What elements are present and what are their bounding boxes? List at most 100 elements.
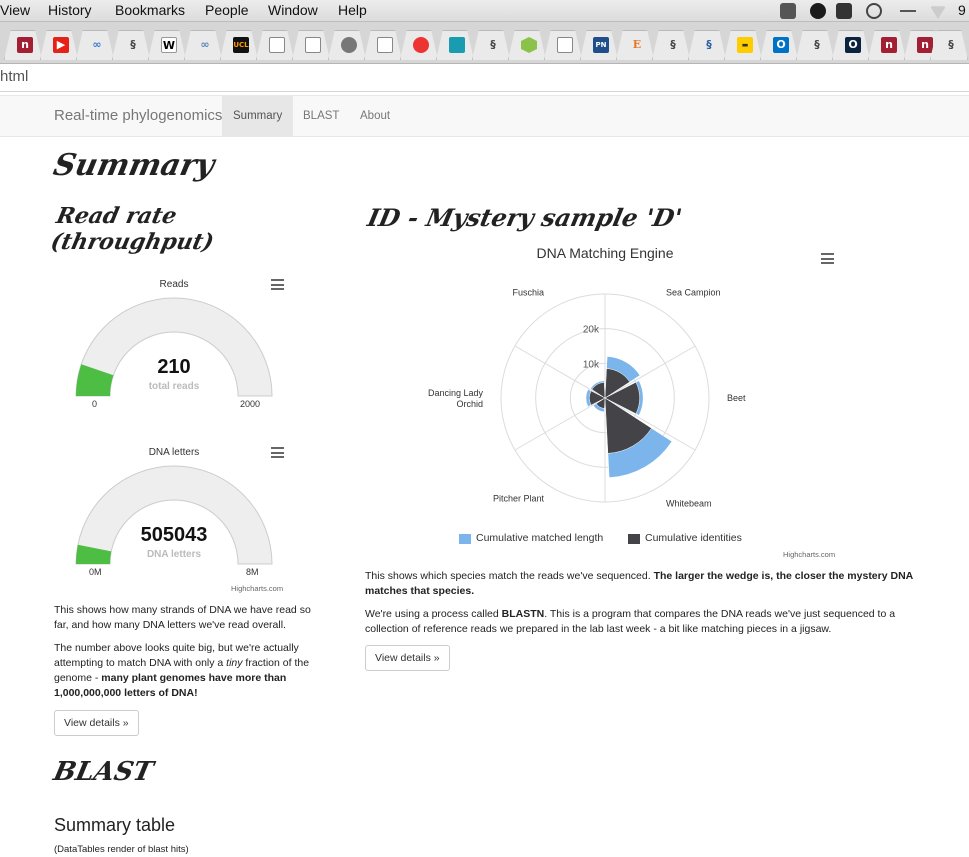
polar-category-label: Beet [727,393,746,403]
tab[interactable]: O [760,30,798,60]
dna-icon: § [670,38,676,51]
clock-text: 9 [958,2,966,18]
legend-label[interactable]: Cumulative matched length [476,532,603,544]
tab[interactable] [292,30,330,60]
tab[interactable] [544,30,582,60]
tab[interactable]: § [472,30,510,60]
address-bar[interactable]: html [0,64,969,92]
right-paragraph-1: This shows which species match the reads… [365,570,913,597]
tab[interactable]: § [688,30,726,60]
gauge-reads-min: 0 [92,399,98,409]
polar-chart: 10k 20k Sea Campion Beet Whitebeam Pitcher Pl… [428,287,746,509]
docker-icon[interactable] [780,3,796,19]
tab[interactable]: n [868,30,906,60]
gauge-reads-max: 2000 [240,399,261,409]
gauge-reads-unit: total reads [148,381,200,392]
tab[interactable]: ▬ [724,30,762,60]
nav-about[interactable]: About [349,96,401,136]
tab[interactable]: E [616,30,654,60]
menu-history[interactable]: History [48,2,92,18]
navbar-brand[interactable]: Real-time phylogenomics [54,107,222,124]
polar-category-label: Whitebeam [666,499,712,509]
chart-menu-icon[interactable] [271,279,284,290]
wifi-icon[interactable] [930,6,946,19]
tab[interactable]: § [112,30,150,60]
youtube-icon: ▶ [53,37,69,53]
outlook-icon: O [773,37,789,53]
nav-blast[interactable]: BLAST [292,96,350,136]
tab[interactable]: ∞ [76,30,114,60]
page-icon [269,37,285,53]
tab[interactable] [436,30,474,60]
tab[interactable] [256,30,294,60]
polar-category-label: Fuschia [512,287,544,297]
dots-icon [413,37,429,53]
triangle-icon [449,37,465,53]
polar-spoke [514,397,606,451]
chart-menu-icon[interactable] [821,253,834,264]
summary-table-heading: Summary table [54,815,176,835]
site-navbar: Real-time phylogenomics Summary BLAST Ab… [0,95,969,137]
summary-table-note: (DataTables render of blast hits) [54,844,189,855]
dna-icon: § [130,38,136,51]
tab[interactable] [400,30,438,60]
gauge-letters [75,465,273,565]
nature-n-icon: n [917,37,933,53]
tab[interactable]: ∞ [184,30,222,60]
tab[interactable]: UCL [220,30,258,60]
nature-n-icon: n [881,37,897,53]
highcharts-credit[interactable]: Highcharts.com [783,550,835,559]
scrivener-icon[interactable] [810,3,826,19]
page-title: Summary [50,148,218,183]
time-machine-icon[interactable] [866,3,882,19]
menu-help[interactable]: Help [338,2,367,18]
read-rate-heading: Read rate (throughput) [48,203,217,255]
tab[interactable]: W [148,30,186,60]
menu-view[interactable]: View [0,2,30,18]
chart-menu-icon[interactable] [271,447,284,458]
ucl-icon: UCL [233,37,249,53]
highcharts-credit[interactable]: Highcharts.com [231,584,283,593]
menu-bookmarks[interactable]: Bookmarks [115,2,185,18]
tab[interactable]: ▶ [40,30,78,60]
activity-icon[interactable] [900,10,916,16]
imdb-icon: ▬ [737,37,753,53]
address-text: html [0,68,29,85]
pnas-icon: PN [593,37,609,53]
tab[interactable]: § [652,30,690,60]
page-icon [557,37,573,53]
polar-y-tick: 20k [583,325,600,336]
browser-tab-strip: n ▶ ∞ § W ∞ UCL § PN E § § ▬ O § O n n § [0,22,969,64]
legend-swatch [459,534,471,544]
dna-icon: § [814,38,820,51]
polar-category-label: Orchid [456,399,483,409]
gauge-reads [75,297,273,397]
gauge-reads-value: 210 [157,356,191,378]
nav-summary[interactable]: Summary [222,96,294,136]
blast-heading: BLAST [50,757,156,787]
tab[interactable] [364,30,402,60]
elsevier-icon: E [632,38,642,51]
menu-window[interactable]: Window [268,2,318,18]
right-paragraph-2: We're using a process called BLASTN. Thi… [365,608,896,635]
menu-people[interactable]: People [205,2,249,18]
tab[interactable]: n [4,30,42,60]
legend-label[interactable]: Cumulative identities [645,532,742,544]
tab[interactable] [328,30,366,60]
seahorse-icon: § [706,38,712,51]
id-heading: ID - Mystery sample 'D' [364,203,685,232]
right-view-details-button[interactable]: View details » [365,645,450,671]
legend-swatch [628,534,640,544]
os-menu-bar: View History Bookmarks People Window Hel… [0,0,969,22]
node-icon [521,37,537,53]
tab[interactable]: PN [580,30,618,60]
link-icon: ∞ [92,38,102,51]
page-icon [377,37,393,53]
evernote-icon[interactable] [836,3,852,19]
tab[interactable]: O [832,30,870,60]
left-view-details-button[interactable]: View details » [54,710,139,736]
tab[interactable] [508,30,546,60]
left-paragraph-1: This shows how many strands of DNA we ha… [54,604,311,631]
gauge-letters-title: DNA letters [148,447,200,458]
tab[interactable]: § [796,30,834,60]
